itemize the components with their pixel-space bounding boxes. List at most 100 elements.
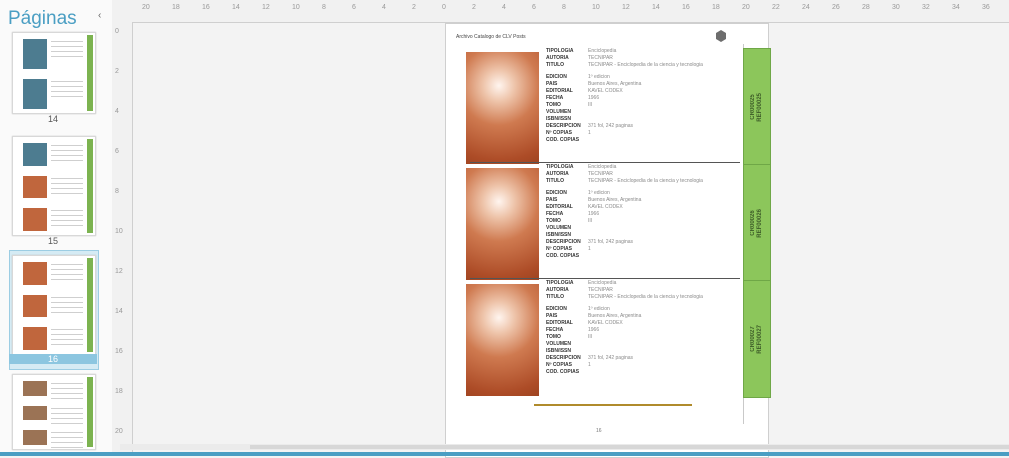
thumbnail-cover	[23, 294, 47, 318]
page-thumbnail-label: 15	[47, 236, 58, 246]
status-bar	[0, 452, 1009, 456]
record-field-row: PAIS Buenos Aires, Argentina	[546, 81, 703, 88]
ruler-tick-label: 4	[382, 4, 386, 11]
vertical-ruler: 0 2 4 6 8 10 12 14 16 18 20	[112, 22, 133, 456]
field-value: 1966	[588, 327, 600, 333]
record-field-row: EDICION 1º edicion	[546, 74, 703, 81]
page-thumbnail-14[interactable]	[12, 32, 96, 114]
ruler-tick-label: 6	[352, 4, 356, 11]
field-value: 371 fol, 242 paginas	[588, 355, 634, 361]
thumbnail-cover	[23, 39, 47, 69]
logo-icon	[716, 30, 726, 42]
record-separator	[470, 162, 740, 163]
field-value: 1º edicion	[588, 306, 610, 312]
thumbnail-text-line	[51, 220, 83, 222]
ruler-tick-label: 12	[622, 4, 630, 11]
field-value: TECNIPAR	[588, 287, 613, 293]
thumbnail-text-line	[51, 160, 83, 161]
field-label: AUTORIA	[546, 287, 569, 293]
page-thumbnail-16[interactable]	[12, 255, 96, 355]
record-field-row: TIPOLOGIA Enciclopedia	[546, 164, 703, 171]
thumbnail-text-line	[51, 96, 83, 97]
ruler-tick-label: 2	[115, 68, 119, 75]
field-label: EDICION	[546, 190, 567, 196]
ruler-tick-label: 2	[472, 4, 476, 11]
field-label: Nº COPIAS	[546, 130, 572, 136]
thumbnail-text-line	[51, 334, 83, 336]
thumbnail-text-line	[51, 91, 83, 92]
field-label: AUTORIA	[546, 171, 569, 177]
thumbnail-cover	[23, 381, 47, 396]
page-thumbnail-15[interactable]	[12, 136, 96, 236]
field-label: ISBN/ISSN	[546, 232, 572, 238]
field-label: EDICION	[546, 306, 567, 312]
record-field-row: AUTORIA TECNIPAR	[546, 287, 703, 294]
record-field-row: AUTORIA TECNIPAR	[546, 171, 703, 178]
page-header: Archivo Catalogo de CLV Posts	[456, 34, 526, 40]
field-label: ISBN/ISSN	[546, 116, 572, 122]
thumbnail-text-line	[51, 150, 83, 151]
ruler-tick-label: 36	[982, 4, 990, 11]
thumbnail-text-line	[51, 437, 83, 439]
record-field-row: Nº COPIAS 1	[546, 130, 703, 137]
ruler-tick-label: 6	[532, 4, 536, 11]
catalog-record: TIPOLOGIA Enciclopedia AUTORIA TECNIPAR TITU…	[446, 48, 771, 166]
record-field-row: TIPOLOGIA Enciclopedia	[546, 48, 703, 55]
thumbnail-text-line	[51, 306, 83, 308]
thumbnail-text-line	[51, 46, 83, 47]
ruler-tick-label: 8	[115, 188, 119, 195]
thumbnail-cover	[23, 175, 47, 199]
field-label: TITULO	[546, 294, 565, 300]
page-thumbnail-label: 16	[9, 354, 97, 364]
ruler-tick-label: 14	[232, 4, 240, 11]
thumbnail-text-line	[51, 407, 83, 409]
field-value: KAVEL CODEX	[588, 88, 623, 94]
field-label: DESCRIPCION	[546, 355, 581, 361]
record-field-row: DESCRIPCION 371 fol, 242 paginas	[546, 239, 703, 246]
field-label: Nº COPIAS	[546, 246, 572, 252]
thumbnail-tab-stripe	[87, 139, 93, 233]
thumbnail-text-line	[51, 279, 83, 280]
thumbnail-text-line	[51, 393, 83, 394]
thumbnail-text-line	[51, 210, 83, 212]
ruler-tick-label: 14	[115, 308, 123, 315]
thumbnail-text-line	[51, 339, 83, 341]
thumbnail-text-line	[51, 215, 83, 217]
catalog-record: TIPOLOGIA Enciclopedia AUTORIA TECNIPAR TITU…	[446, 280, 771, 398]
chevron-left-icon[interactable]: ‹	[98, 10, 101, 21]
field-value: Enciclopedia	[588, 280, 617, 286]
field-value: KAVEL CODEX	[588, 204, 623, 210]
record-field-row: TOMO III	[546, 218, 703, 225]
book-cover-image	[466, 52, 539, 164]
field-label: TIPOLOGIA	[546, 164, 574, 170]
record-field-row: PAIS Buenos Aires, Argentina	[546, 313, 703, 320]
record-field-row: COD. COPIAS	[546, 253, 703, 260]
record-code-tab: CR00025 REF00025	[743, 48, 771, 166]
thumbnail-tab-stripe	[87, 377, 93, 447]
field-value: 1º edicion	[588, 190, 610, 196]
ruler-tick-label: 32	[922, 4, 930, 11]
record-field-row: FECHA 1966	[546, 211, 703, 218]
thumbnail-cover	[23, 405, 47, 421]
horizontal-scrollbar[interactable]	[120, 444, 1009, 450]
field-value: Buenos Aires, Argentina	[588, 81, 642, 87]
thumbnail-text-line	[51, 192, 83, 194]
ruler-tick-label: 10	[292, 4, 300, 11]
ruler-tick-label: 18	[172, 4, 180, 11]
thumbnail-cover	[23, 79, 47, 109]
field-label: COD. COPIAS	[546, 369, 580, 375]
scrollbar-thumb[interactable]	[250, 445, 1009, 449]
footer-rule	[534, 404, 692, 406]
record-fields: TIPOLOGIA Enciclopedia AUTORIA TECNIPAR TITU…	[546, 164, 703, 260]
thumbnail-text-line	[51, 442, 83, 444]
field-value: Buenos Aires, Argentina	[588, 197, 642, 203]
page-thumbnail-next[interactable]	[12, 374, 96, 450]
record-code-tab: CR00026 REF00026	[743, 164, 771, 282]
ruler-tick-label: 16	[115, 348, 123, 355]
thumbnail-text-line	[51, 447, 83, 449]
document-page[interactable]: Archivo Catalogo de CLV Posts TIPOLOGIA E…	[445, 23, 771, 458]
thumbnail-text-line	[51, 51, 83, 52]
field-value: 1966	[588, 211, 600, 217]
thumbnail-cover	[23, 208, 47, 231]
field-value: 1	[588, 130, 591, 136]
